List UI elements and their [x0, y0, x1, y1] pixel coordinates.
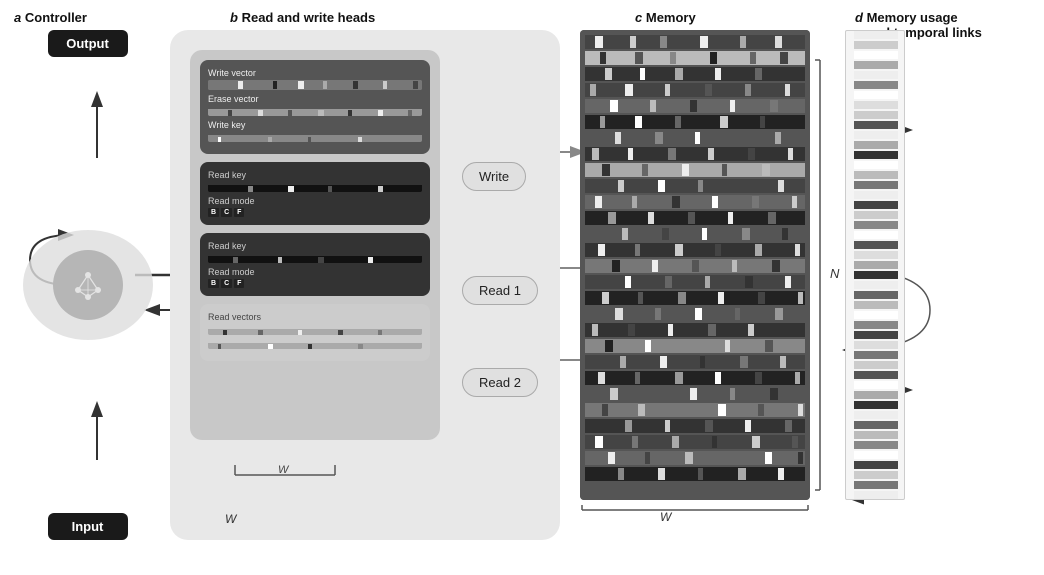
- bcf-c2: C: [221, 279, 232, 288]
- read1-head-section: Read key Read mode B C F: [200, 162, 430, 225]
- read2-head-section: Read key Read mode B C F: [200, 233, 430, 296]
- read2-button[interactable]: Read 2: [462, 368, 538, 397]
- read2-mode-label: Read mode: [208, 267, 422, 277]
- bcf-f2: F: [234, 279, 244, 288]
- erase-vector-bar: [208, 106, 422, 116]
- read2-key-pixels: [208, 256, 422, 263]
- bcf-b1: B: [208, 208, 219, 217]
- write-key-bar: [208, 132, 422, 142]
- panel-d-memory-usage: [845, 30, 905, 500]
- bcf-c1: C: [221, 208, 232, 217]
- panel-b: Write vector: [170, 30, 560, 540]
- erase-vector-pixels: [208, 109, 422, 116]
- main-container: a Controller b Read and write heads c Me…: [0, 0, 1044, 575]
- w-label-rv: W: [225, 510, 236, 528]
- input-label: Input: [72, 519, 104, 534]
- read1-key-pixels: [208, 185, 422, 192]
- read2-bcf: B C F: [208, 279, 422, 288]
- section-a-label: a Controller: [14, 10, 87, 25]
- read1-bcf: B C F: [208, 208, 422, 217]
- input-box: Input: [48, 513, 128, 540]
- n-label: N: [830, 265, 839, 283]
- write-vector-bar: [208, 80, 422, 90]
- panel-c-memory: [580, 30, 810, 500]
- bcf-b2: B: [208, 279, 219, 288]
- read1-key-bar: [208, 182, 422, 192]
- read-vector2-pixels: [208, 343, 422, 349]
- bcf-f1: F: [234, 208, 244, 217]
- read-vectors-label: Read vectors: [208, 312, 422, 322]
- read2-btn-label: Read 2: [479, 375, 521, 390]
- output-box: Output: [48, 30, 128, 57]
- memory-usage-grid: [846, 31, 905, 500]
- panel-a-controller: Output: [10, 30, 165, 540]
- read2-key-bar: [208, 253, 422, 263]
- output-label: Output: [66, 36, 109, 51]
- memory-grid: [580, 30, 810, 500]
- read2-key-label: Read key: [208, 241, 422, 251]
- write-button[interactable]: Write: [462, 162, 526, 191]
- read-vector-bar1: [208, 325, 422, 335]
- w-label-b: W: [230, 460, 340, 485]
- read-vectors-section: Read vectors: [200, 304, 430, 361]
- write-vector-label: Write vector: [208, 68, 422, 78]
- read1-mode-label: Read mode: [208, 196, 422, 206]
- svg-text:W: W: [278, 464, 290, 476]
- write-key-label: Write key: [208, 120, 422, 130]
- read1-key-label: Read key: [208, 170, 422, 180]
- write-vector-pixels: [208, 80, 422, 90]
- erase-vector-label: Erase vector: [208, 94, 422, 104]
- read-vector1-pixels: [208, 329, 422, 335]
- write-btn-label: Write: [479, 169, 509, 184]
- heads-inner-panel: Write vector: [190, 50, 440, 440]
- write-key-pixels: [208, 135, 422, 142]
- w-label-c: W: [660, 508, 671, 526]
- w-bracket-b: W: [230, 460, 340, 480]
- section-c-label: c Memory: [635, 10, 696, 25]
- write-head-section: Write vector: [200, 60, 430, 154]
- read-vector-bar2: [208, 339, 422, 349]
- read1-button[interactable]: Read 1: [462, 276, 538, 305]
- read1-btn-label: Read 1: [479, 283, 521, 298]
- section-b-label: b Read and write heads: [230, 10, 375, 25]
